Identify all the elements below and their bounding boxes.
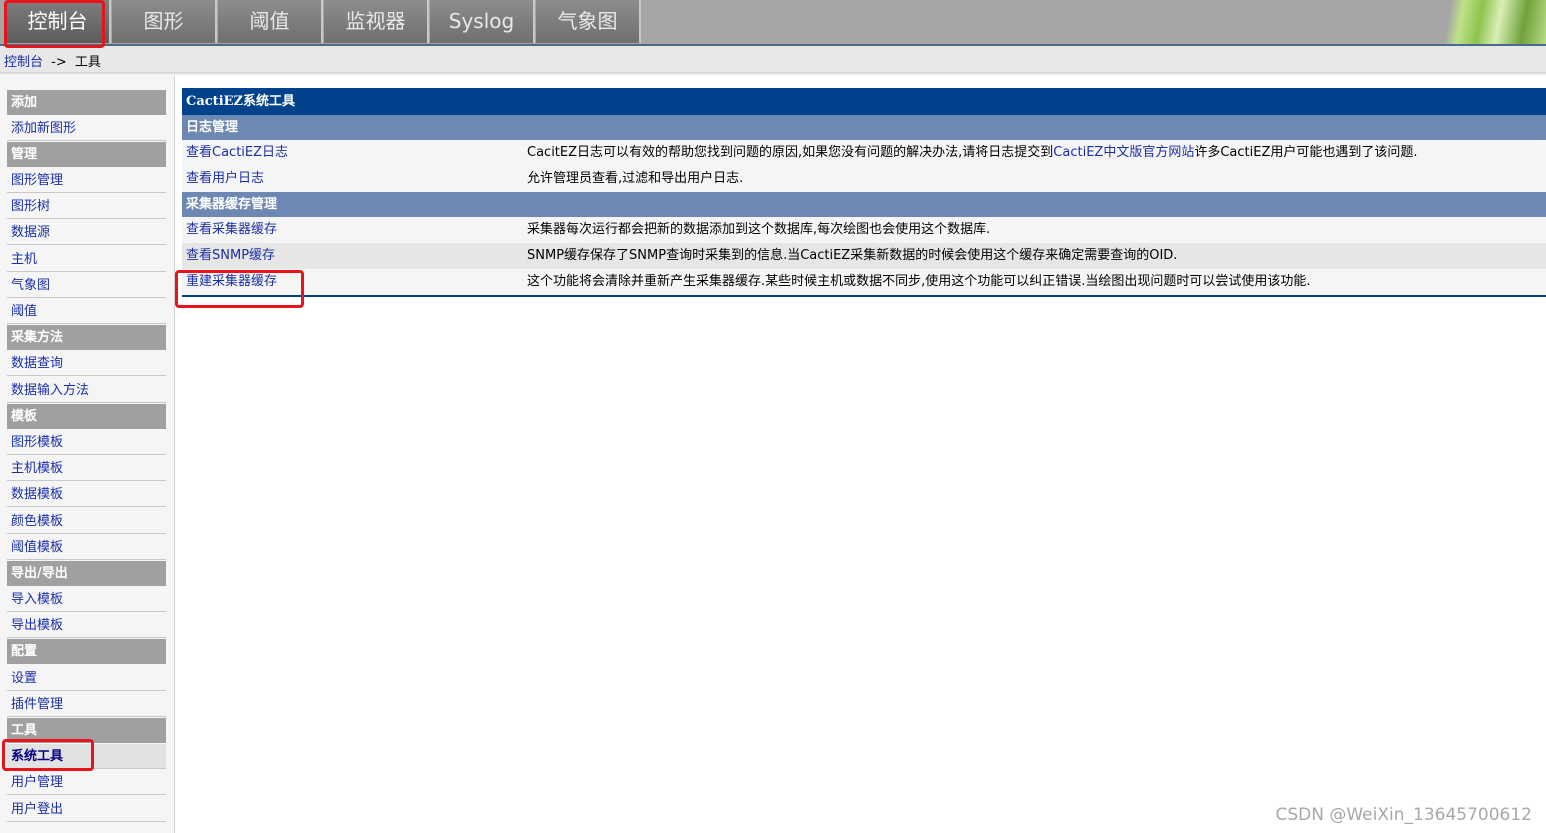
sidebar-item-graph-management[interactable]: 图形管理 [7, 168, 166, 193]
table-row: 重建采集器缓存 这个功能将会清除并重新产生采集器缓存.某些时候主机或数据不同步,… [182, 269, 1546, 295]
top-tab-bar: 控制台 图形 阈值 监视器 Syslog 气象图 [0, 0, 1546, 46]
sidebar-header-configuration: 配置 [7, 639, 166, 664]
row-description: 采集器每次运行都会把新的数据添加到这个数据库,每次绘图也会使用这个数据库. [527, 222, 991, 237]
header-shadow [0, 72, 1546, 76]
view-cactiez-log-link[interactable]: 查看CactiEZ日志 [186, 140, 288, 166]
row-description: 这个功能将会清除并重新产生采集器缓存.某些时候主机或数据不同步,使用这个功能可以… [527, 274, 1311, 289]
breadcrumb-home-link[interactable]: 控制台 [4, 55, 43, 70]
breadcrumb-current: 工具 [74, 55, 101, 70]
sidebar-item-user-management[interactable]: 用户管理 [7, 770, 166, 795]
section-header-poller-cache: 采集器缓存管理 [182, 192, 1546, 217]
sidebar-item-logout[interactable]: 用户登出 [7, 797, 166, 822]
tab-monitor[interactable]: 监视器 [324, 0, 429, 43]
table-bottom-border [182, 295, 1546, 297]
table-row: 查看CactiEZ日志 CacitEZ日志可以有效的帮助您找到问题的原因,如果您… [182, 140, 1546, 166]
sidebar-item-graph-tree[interactable]: 图形树 [7, 194, 166, 219]
watermark: CSDN @WeiXin_13645700612 [1275, 805, 1533, 825]
sidebar-item-data-queries[interactable]: 数据查询 [7, 351, 166, 376]
row-description: SNMP缓存保存了SNMP查询时采集到的信息.当CactiEZ采集新数据的时候会… [527, 248, 1178, 263]
tab-syslog[interactable]: Syslog [430, 0, 535, 43]
page-title: CactiEZ系统工具 [182, 88, 1546, 115]
sidebar-item-import-templates[interactable]: 导入模板 [7, 587, 166, 612]
sidebar-header-add: 添加 [7, 90, 166, 115]
sidebar-item-data-sources[interactable]: 数据源 [7, 220, 166, 245]
sidebar-item-thresholds[interactable]: 阈值 [7, 299, 166, 324]
sidebar-item-weathermap[interactable]: 气象图 [7, 273, 166, 298]
sidebar-header-import-export: 导出/导出 [7, 561, 166, 586]
table-row: 查看SNMP缓存 SNMP缓存保存了SNMP查询时采集到的信息.当CactiEZ… [182, 243, 1546, 269]
table-row: 查看采集器缓存 采集器每次运行都会把新的数据添加到这个数据库,每次绘图也会使用这… [182, 217, 1546, 243]
sidebar-item-color-templates[interactable]: 颜色模板 [7, 509, 166, 534]
breadcrumb: 控制台 -> 工具 [4, 51, 101, 70]
sidebar-header-collection: 采集方法 [7, 325, 166, 350]
sidebar-item-data-templates[interactable]: 数据模板 [7, 482, 166, 507]
tab-weathermap[interactable]: 气象图 [536, 0, 641, 43]
highlight-box-console-tab [4, 0, 105, 48]
sidebar-item-devices[interactable]: 主机 [7, 247, 166, 272]
tab-thresholds[interactable]: 阈值 [218, 0, 323, 43]
description-text: 许多CactiEZ用户可能也遇到了该问题. [1194, 145, 1418, 160]
sidebar-header-templates: 模板 [7, 404, 166, 429]
sidebar-item-add-graph[interactable]: 添加新图形 [7, 116, 166, 141]
official-site-link[interactable]: CactiEZ中文版官方网站 [1053, 145, 1194, 160]
sidebar-item-export-templates[interactable]: 导出模板 [7, 613, 166, 638]
breadcrumb-bar: 控制台 -> 工具 [0, 46, 1546, 72]
view-user-log-link[interactable]: 查看用户日志 [186, 166, 264, 192]
table-row: 查看用户日志 允许管理员查看,过滤和导出用户日志. [182, 166, 1546, 192]
view-snmp-cache-link[interactable]: 查看SNMP缓存 [186, 243, 275, 269]
utilities-table: CactiEZ系统工具 日志管理 查看CactiEZ日志 CacitEZ日志可以… [182, 88, 1546, 297]
section-header-log-management: 日志管理 [182, 115, 1546, 140]
sidebar-item-threshold-templates[interactable]: 阈值模板 [7, 535, 166, 560]
sidebar: 添加 添加新图形 管理 图形管理 图形树 数据源 主机 气象图 阈值 采集方法 … [0, 76, 175, 833]
tab-graphs[interactable]: 图形 [112, 0, 217, 43]
sidebar-header-manage: 管理 [7, 142, 166, 167]
description-text: CacitEZ日志可以有效的帮助您找到问题的原因,如果您没有问题的解决办法,请将… [527, 145, 1054, 160]
breadcrumb-separator: -> [51, 55, 67, 70]
sidebar-item-data-input-methods[interactable]: 数据输入方法 [7, 378, 166, 403]
view-poller-cache-link[interactable]: 查看采集器缓存 [186, 217, 277, 243]
row-description: CacitEZ日志可以有效的帮助您找到问题的原因,如果您没有问题的解决办法,请将… [527, 140, 1417, 166]
header-decoration [1426, 0, 1546, 44]
row-description: 允许管理员查看,过滤和导出用户日志. [527, 171, 744, 186]
highlight-box-rebuild-cache [175, 270, 304, 308]
sidebar-item-plugin-management[interactable]: 插件管理 [7, 692, 166, 717]
sidebar-item-settings[interactable]: 设置 [7, 666, 166, 691]
sidebar-item-graph-templates[interactable]: 图形模板 [7, 430, 166, 455]
highlight-box-system-utilities [2, 739, 94, 771]
sidebar-item-host-templates[interactable]: 主机模板 [7, 456, 166, 481]
